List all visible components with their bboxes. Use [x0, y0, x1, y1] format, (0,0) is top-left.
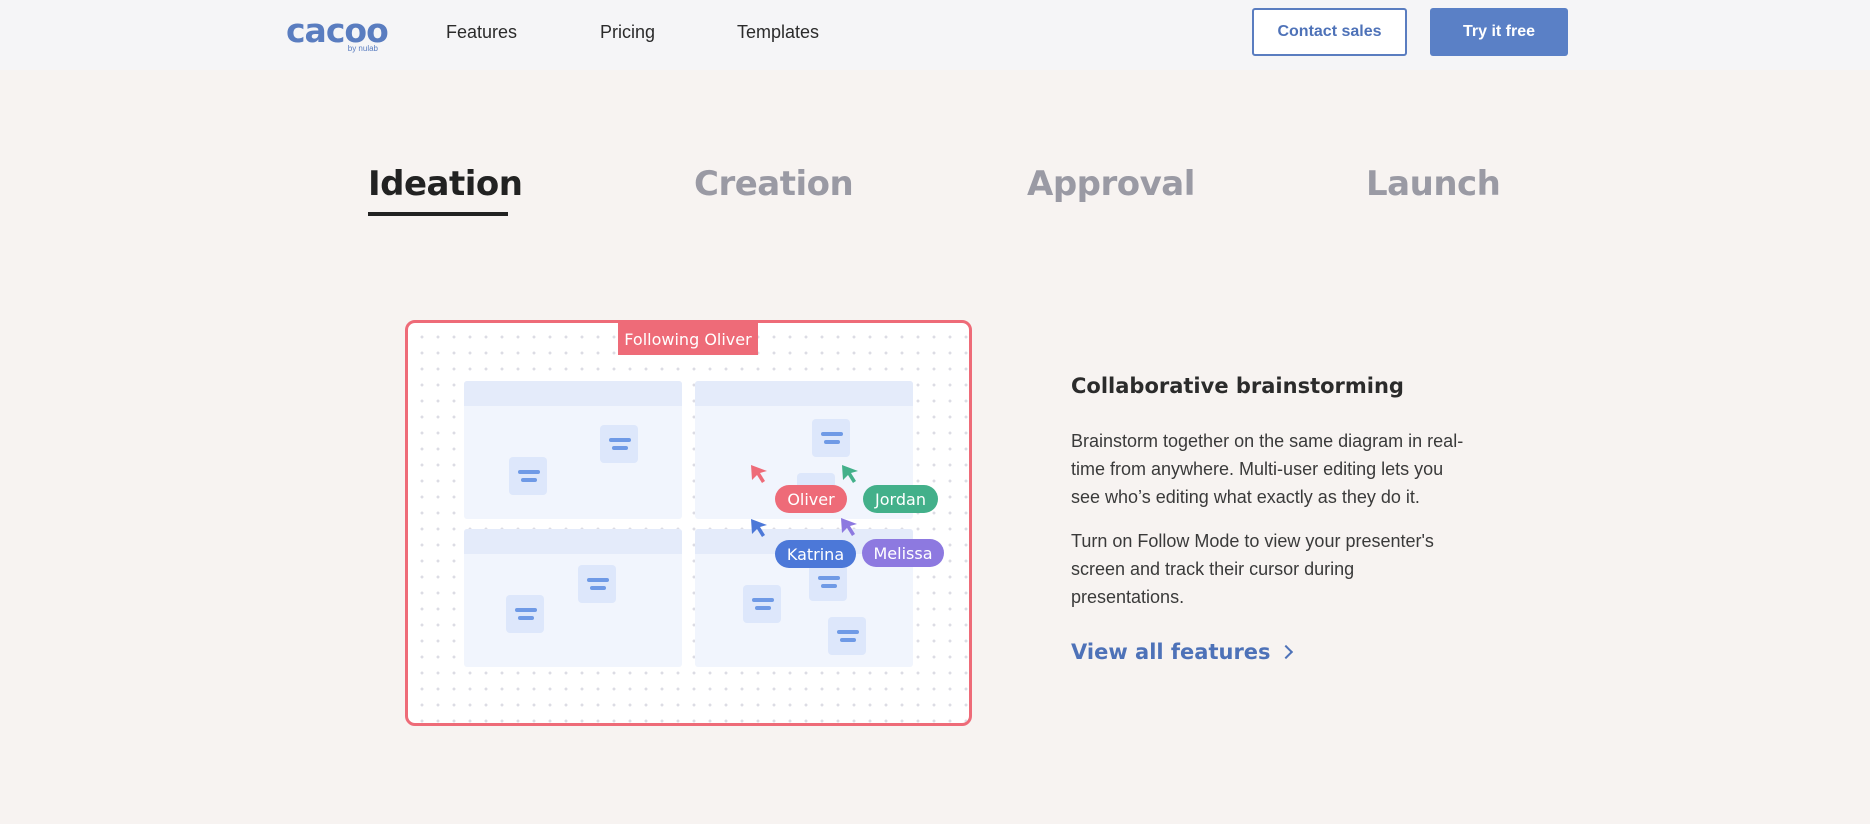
sticky-note-icon: [812, 419, 850, 457]
sticky-note-icon: [600, 425, 638, 463]
site-header: cacoo by nulab Features Pricing Template…: [0, 0, 1870, 70]
nav-features[interactable]: Features: [446, 22, 517, 43]
cursor-arrow-icon: [751, 465, 767, 483]
nav-pricing[interactable]: Pricing: [600, 22, 655, 43]
view-all-features-label: View all features: [1071, 640, 1271, 664]
user-pill-melissa: Melissa: [862, 539, 944, 567]
sticky-note-icon: [578, 565, 616, 603]
user-pill-jordan: Jordan: [863, 485, 938, 513]
diagram-panel: [464, 529, 682, 667]
contact-sales-button[interactable]: Contact sales: [1252, 8, 1407, 56]
user-pill-oliver: Oliver: [775, 485, 847, 513]
tab-launch[interactable]: Launch: [1366, 164, 1501, 204]
sticky-note-icon: [506, 595, 544, 633]
cursor-arrow-icon: [841, 518, 857, 536]
user-pill-katrina: Katrina: [775, 540, 856, 568]
active-tab-underline: [368, 212, 508, 216]
cursor-arrow-icon: [842, 465, 858, 483]
tab-ideation[interactable]: Ideation: [368, 164, 523, 204]
panel-header: [695, 381, 913, 406]
feature-description-follow-mode: Turn on Follow Mode to view your present…: [1071, 531, 1434, 607]
sticky-note-icon: [809, 563, 847, 601]
follow-mode-illustration: Following Oliver Oliver Jordan Katrina M…: [405, 320, 972, 726]
sticky-note-icon: [743, 585, 781, 623]
following-banner: Following Oliver: [618, 323, 758, 355]
sticky-note-icon: [509, 457, 547, 495]
diagram-panel: [464, 381, 682, 519]
logo-byline: by nulab: [347, 44, 378, 53]
view-all-features-link[interactable]: View all features: [1071, 640, 1293, 664]
feature-description: Brainstorm together on the same diagram …: [1071, 431, 1464, 507]
chevron-right-icon: [1278, 644, 1293, 660]
panel-header: [464, 529, 682, 554]
nav-templates[interactable]: Templates: [737, 22, 819, 43]
sticky-note-icon: [828, 617, 866, 655]
try-free-button[interactable]: Try it free: [1430, 8, 1568, 56]
tab-approval[interactable]: Approval: [1027, 164, 1195, 204]
cursor-arrow-icon: [751, 519, 767, 537]
panel-header: [464, 381, 682, 406]
cacoo-logo[interactable]: cacoo by nulab: [286, 11, 389, 56]
logo-wordmark: cacoo: [286, 11, 389, 50]
tab-creation[interactable]: Creation: [694, 164, 854, 204]
feature-title: Collaborative brainstorming: [1071, 374, 1404, 398]
